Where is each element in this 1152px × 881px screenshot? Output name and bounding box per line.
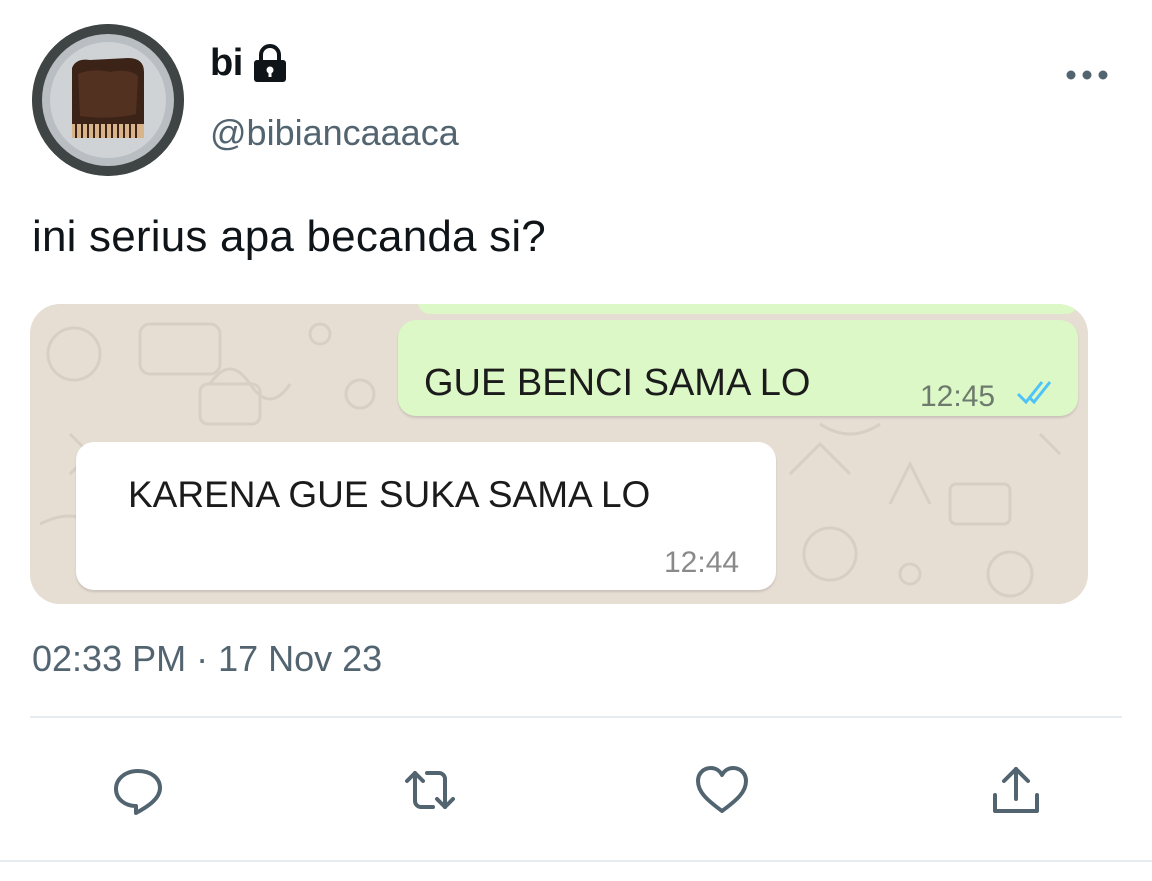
display-name[interactable]: bi [210, 42, 289, 85]
chat-bubble-partial [418, 304, 1078, 314]
message-time: 12:44 [664, 546, 740, 579]
avatar-image [32, 24, 184, 176]
share-button[interactable] [986, 760, 1046, 820]
display-name-text: bi [210, 42, 243, 84]
reply-button[interactable] [108, 760, 168, 820]
divider [0, 860, 1152, 862]
retweet-icon [405, 771, 455, 809]
more-options-icon[interactable] [1062, 60, 1112, 90]
message-time: 12:45 [920, 380, 996, 413]
divider [30, 716, 1122, 718]
retweet-button[interactable] [400, 760, 460, 820]
share-icon [993, 767, 1039, 813]
chat-bubble-outgoing: GUE BENCI SAMA LO 12:45 [398, 320, 1078, 416]
like-icon [696, 766, 748, 813]
chat-bubble-incoming: KARENA GUE SUKA SAMA LO 12:44 [76, 442, 776, 590]
like-button[interactable] [692, 760, 752, 820]
user-handle[interactable]: @bibiancaaaca [210, 112, 459, 154]
tweet-timestamp[interactable]: 02:33 PM · 17 Nov 23 [32, 638, 382, 680]
message-text: KARENA GUE SUKA SAMA LO [128, 474, 651, 515]
reply-icon [114, 769, 162, 815]
tweet-media[interactable]: GUE BENCI SAMA LO 12:45 KARENA GUE SUKA … [30, 304, 1088, 604]
tweet-text: ini serius apa becanda si? [32, 212, 546, 261]
lock-icon [251, 43, 289, 84]
message-text: GUE BENCI SAMA LO [424, 362, 811, 404]
read-ticks-icon [1016, 378, 1060, 406]
avatar[interactable] [32, 24, 184, 176]
tweet-detail: bi @bibiancaaaca ini serius apa becanda … [0, 0, 1152, 881]
